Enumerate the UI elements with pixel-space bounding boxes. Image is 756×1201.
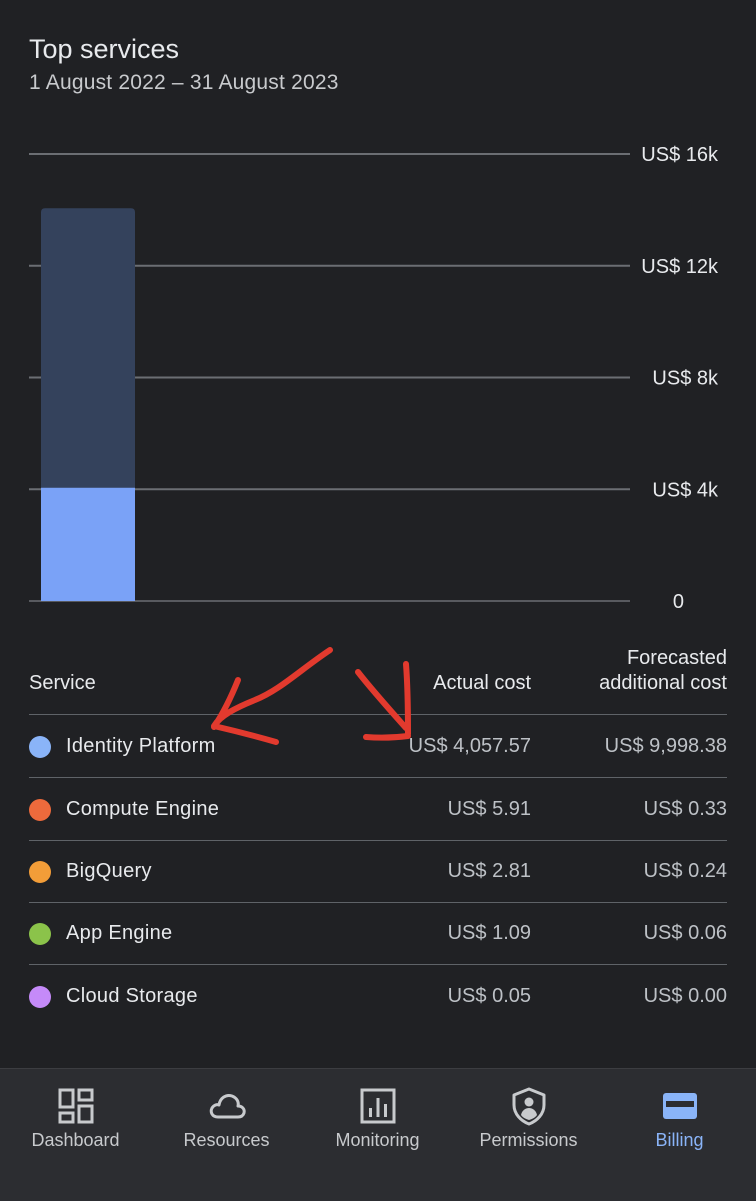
actual-cost: US$ 1.09 (447, 922, 531, 944)
service-name: Cloud Storage (66, 985, 198, 1007)
actual-cost: US$ 4,057.57 (408, 735, 531, 757)
actual-cost: US$ 0.05 (447, 985, 531, 1007)
table-row[interactable]: Cloud Storage US$ 0.05 US$ 0.00 (29, 965, 727, 1027)
service-color-dot (29, 736, 51, 758)
service-color-dot (29, 799, 51, 821)
table-row[interactable]: Identity Platform US$ 4,057.57 US$ 9,998… (29, 715, 727, 778)
service-name: Compute Engine (66, 798, 220, 820)
nav-label: Dashboard (31, 1130, 120, 1150)
y-tick-label: US$ 16k (641, 144, 719, 166)
nav-label: Permissions (479, 1130, 578, 1150)
forecasted-cost: US$ 0.24 (643, 860, 727, 882)
nav-permissions[interactable]: Permissions (453, 1069, 604, 1201)
service-color-dot (29, 861, 51, 883)
table-header: Service Actual cost Forecasted additiona… (29, 640, 727, 715)
column-header-actual-cost: Actual cost (433, 672, 531, 694)
nav-resources[interactable]: Resources (151, 1069, 302, 1201)
service-name: BigQuery (66, 860, 152, 882)
bar-forecasted-segment[interactable] (41, 208, 135, 488)
shield-person-icon (512, 1087, 545, 1126)
forecasted-cost: US$ 0.06 (643, 922, 727, 944)
nav-label: Resources (183, 1130, 270, 1150)
nav-label: Monitoring (335, 1130, 420, 1150)
service-name: Identity Platform (66, 735, 216, 757)
table-row[interactable]: Compute Engine US$ 5.91 US$ 0.33 (29, 778, 727, 841)
nav-monitoring[interactable]: Monitoring (302, 1069, 453, 1201)
dashboard-icon (58, 1088, 93, 1124)
column-header-forecasted-line1: Forecasted (626, 647, 727, 669)
actual-cost: US$ 2.81 (447, 860, 531, 882)
cloud-icon (209, 1094, 246, 1119)
actual-cost: US$ 5.91 (447, 798, 531, 820)
nav-billing[interactable]: Billing (604, 1069, 755, 1201)
table-row[interactable]: BigQuery US$ 2.81 US$ 0.24 (29, 840, 727, 903)
monitoring-icon (360, 1088, 395, 1124)
top-services-chart: 0 US$ 4k US$ 8k US$ 12k US$ 16k (29, 144, 719, 613)
y-tick-label: US$ 8k (652, 368, 719, 390)
column-header-forecasted-cost: Forecasted additional cost (527, 646, 727, 696)
forecasted-cost: US$ 9,998.38 (604, 735, 727, 757)
bottom-navigation: Dashboard Resources Monitoring Permissio… (0, 1068, 756, 1201)
nav-dashboard[interactable]: Dashboard (0, 1069, 151, 1201)
billing-card-icon (662, 1093, 697, 1119)
service-color-dot (29, 986, 51, 1008)
column-header-service: Service (29, 672, 96, 694)
table-row[interactable]: App Engine US$ 1.09 US$ 0.06 (29, 902, 727, 965)
service-name: App Engine (66, 922, 173, 944)
bar-actual-segment[interactable] (41, 487, 135, 601)
service-color-dot (29, 923, 51, 945)
forecasted-cost: US$ 0.00 (643, 985, 727, 1007)
y-tick-label: 0 (673, 591, 684, 613)
column-header-forecasted-line2: additional cost (599, 672, 727, 694)
nav-label: Billing (655, 1130, 704, 1150)
y-tick-label: US$ 12k (641, 256, 719, 278)
y-tick-label: US$ 4k (652, 479, 719, 501)
forecasted-cost: US$ 0.33 (643, 798, 727, 820)
